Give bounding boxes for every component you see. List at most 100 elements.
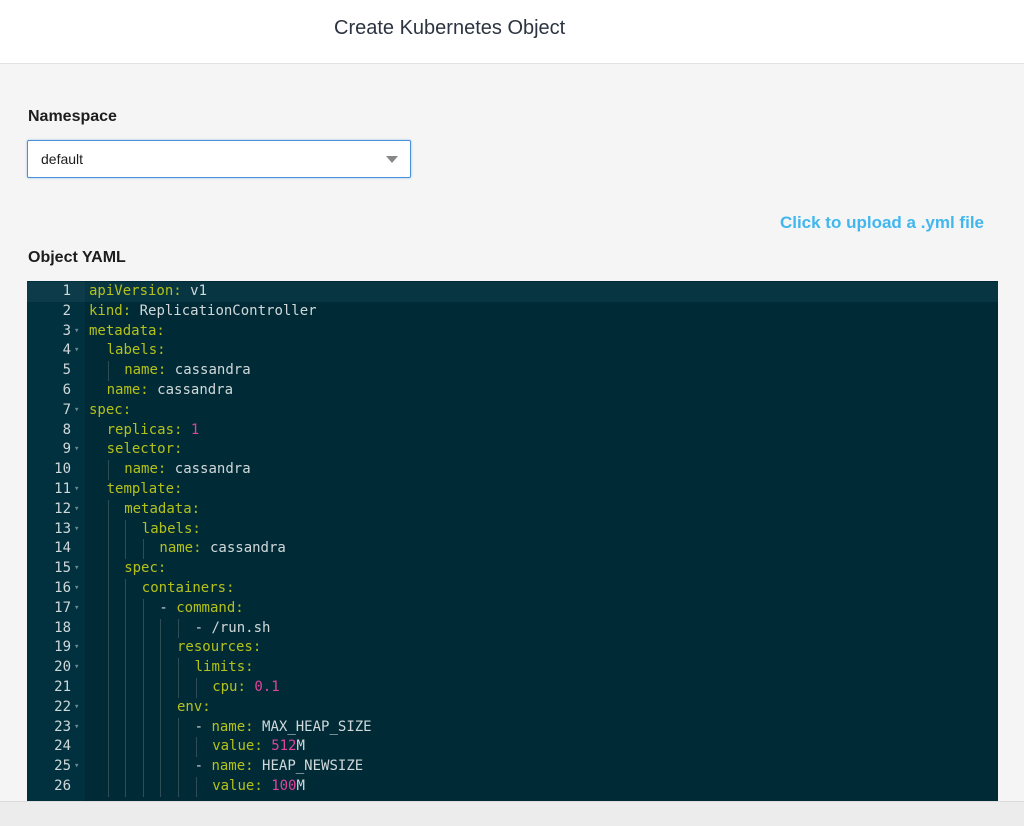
indent-guide (160, 717, 162, 738)
page-footer (0, 801, 1024, 826)
code-line[interactable]: 3 ▾ metadata: (27, 322, 998, 342)
yaml-number: 100 (262, 778, 297, 794)
code-line[interactable]: 25 ▾ - name: HEAP_NEWSIZE (27, 757, 998, 777)
code-line[interactable]: 17 ▾ - command: (27, 598, 998, 619)
fold-toggle-icon[interactable]: ▾ (74, 440, 79, 460)
code-line[interactable]: 14 name: cassandra (27, 539, 998, 560)
yaml-key: spec: (89, 401, 132, 418)
indent-guide (142, 658, 144, 678)
yaml-editor[interactable]: 1 apiVersion: v1 2 kind: ReplicationControl… (27, 281, 998, 801)
yaml-value: - (159, 599, 177, 616)
code-text: template: (107, 480, 183, 500)
line-number: 10 (54, 461, 71, 478)
fold-toggle-icon[interactable]: ▾ (74, 718, 79, 738)
indent-guide (142, 777, 144, 797)
indent-guide (160, 618, 162, 639)
fold-toggle-icon[interactable]: ▾ (74, 599, 79, 619)
upload-yml-link[interactable]: Click to upload a .yml file (780, 213, 984, 233)
indent-guide (125, 579, 127, 599)
indent-guide (125, 757, 127, 777)
code-line[interactable]: 1 apiVersion: v1 (27, 282, 998, 302)
page-header: Create Kubernetes Object (0, 0, 1024, 64)
yaml-key: value: (212, 738, 263, 755)
fold-toggle-icon[interactable]: ▾ (74, 579, 79, 599)
yaml-value: cassandra (166, 362, 251, 379)
yaml-value: M (296, 738, 305, 755)
code-line[interactable]: 11 ▾ template: (27, 480, 998, 500)
code-text: labels: (107, 341, 166, 361)
line-number: 6 (62, 382, 71, 398)
code-line[interactable]: 12 ▾ metadata: (27, 499, 998, 520)
code-line[interactable]: 5 name: cassandra (27, 361, 998, 381)
code-text: metadata: (89, 322, 165, 342)
fold-toggle-icon[interactable]: ▾ (74, 500, 79, 520)
line-number: 15 (54, 560, 71, 577)
indent-guide (125, 678, 127, 698)
indent-guide (107, 519, 109, 540)
indent-guide (107, 737, 109, 758)
indent-guide (125, 697, 127, 718)
code-line[interactable]: 2 kind: ReplicationController (27, 302, 998, 322)
fold-toggle-icon[interactable]: ▾ (74, 401, 79, 421)
line-number: 17 (54, 599, 71, 616)
code-text: - /run.sh (195, 619, 271, 639)
indent-guide (142, 697, 144, 718)
code-line[interactable]: 19 ▾ resources: (27, 638, 998, 659)
code-text: value: 100M (212, 777, 305, 797)
code-text: kind: ReplicationController (89, 302, 317, 322)
fold-toggle-icon[interactable]: ▾ (74, 698, 79, 718)
yaml-key: name: (124, 461, 167, 478)
indent-guide (142, 618, 144, 639)
yaml-key: name: (106, 382, 149, 398)
object-yaml-label: Object YAML (28, 249, 126, 266)
code-line[interactable]: 13 ▾ labels: (27, 519, 998, 540)
indent-guide (107, 757, 109, 777)
active-line-highlight (85, 282, 998, 302)
code-text: name: cassandra (124, 361, 250, 381)
code-line[interactable]: 18 - /run.sh (27, 618, 998, 639)
yaml-key: command: (176, 599, 244, 616)
indent-guide (178, 737, 179, 758)
code-text: containers: (142, 579, 235, 599)
code-line[interactable]: 10 name: cassandra (27, 460, 998, 480)
code-text: name: cassandra (124, 460, 250, 480)
fold-toggle-icon[interactable]: ▾ (74, 480, 79, 500)
indent-guide (125, 519, 127, 540)
code-line[interactable]: 15 ▾ spec: (27, 559, 998, 579)
line-number: 22 (54, 698, 71, 715)
code-line[interactable]: 21 cpu: 0.1 (27, 678, 998, 698)
yaml-value: cassandra (148, 382, 234, 398)
code-line[interactable]: 4 ▾ labels: (27, 341, 998, 361)
indent-guide (107, 638, 109, 659)
page-title: Create Kubernetes Object (334, 17, 566, 39)
yaml-key: selector: (106, 441, 183, 458)
fold-toggle-icon[interactable]: ▾ (74, 322, 79, 342)
code-line[interactable]: 6 name: cassandra (27, 381, 998, 401)
code-line[interactable]: 9 ▾ selector: (27, 440, 998, 460)
code-line[interactable]: 7 ▾ spec: (27, 401, 998, 421)
code-line[interactable]: 20 ▾ limits: (27, 658, 998, 678)
fold-toggle-icon[interactable]: ▾ (74, 559, 79, 579)
fold-toggle-icon[interactable]: ▾ (74, 520, 79, 540)
code-line[interactable]: 8 replicas: 1 (27, 421, 998, 441)
fold-toggle-icon[interactable]: ▾ (74, 658, 79, 678)
indent-guide (107, 579, 109, 599)
chevron-down-icon (386, 156, 398, 163)
fold-toggle-icon[interactable]: ▾ (74, 757, 79, 777)
line-number: 8 (62, 421, 71, 438)
namespace-select[interactable]: default (27, 140, 411, 178)
yaml-key: name: (211, 758, 254, 775)
code-line[interactable]: 24 value: 512M (27, 737, 998, 758)
code-line[interactable]: 16 ▾ containers: (27, 579, 998, 599)
indent-guide (107, 361, 109, 381)
indent-guide (160, 697, 162, 718)
indent-guide (178, 777, 179, 797)
code-line[interactable]: 26 value: 100M (27, 777, 998, 797)
indent-guide (178, 717, 179, 738)
fold-toggle-icon[interactable]: ▾ (74, 638, 79, 658)
line-number: 9 (62, 441, 71, 458)
fold-toggle-icon[interactable]: ▾ (74, 341, 79, 361)
code-line[interactable]: 23 ▾ - name: MAX_HEAP_SIZE (27, 717, 998, 738)
code-line[interactable]: 22 ▾ env: (27, 697, 998, 718)
namespace-selected-value: default (41, 151, 84, 167)
